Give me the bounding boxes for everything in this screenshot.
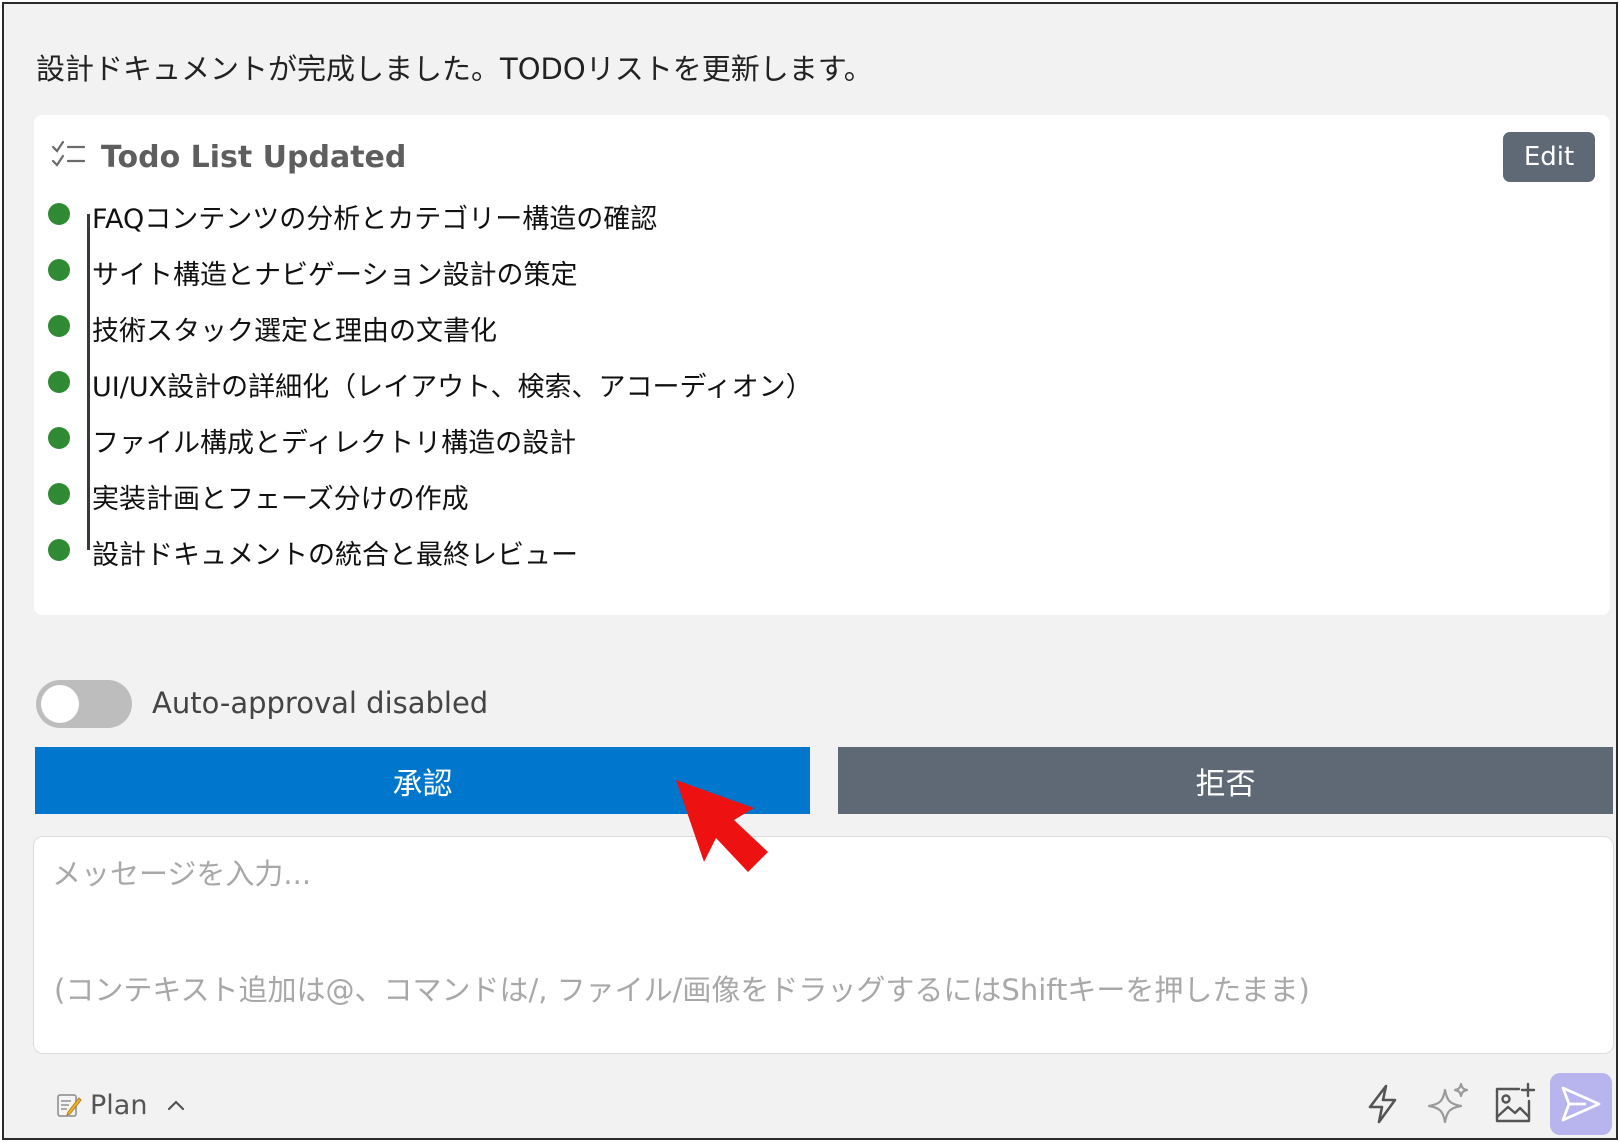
message-hint: (コンテキスト追加は@、コマンドは/, ファイル/画像をドラッグするにはShif…: [54, 973, 1310, 1007]
auto-approval-label: Auto-approval disabled: [152, 686, 489, 720]
edit-button[interactable]: Edit: [1503, 132, 1595, 182]
todo-header: Todo List Updated: [50, 137, 406, 177]
status-dot: [48, 483, 70, 505]
chat-panel: 設計ドキュメントが完成しました。TODOリストを更新します。 Todo List…: [2, 2, 1618, 1140]
reject-button[interactable]: 拒否: [838, 747, 1613, 814]
add-image-icon[interactable]: [1491, 1081, 1537, 1127]
status-dot: [48, 427, 70, 449]
todo-item-text: 実装計画とフェーズ分けの作成: [92, 484, 469, 515]
status-dot: [48, 315, 70, 337]
message-composer: (コンテキスト追加は@、コマンドは/, ファイル/画像をドラッグするにはShif…: [33, 836, 1614, 1054]
auto-approval-toggle[interactable]: [36, 680, 132, 728]
todo-item-text: UI/UX設計の詳細化（レイアウト、検索、アコーディオン）: [92, 372, 813, 403]
send-button[interactable]: [1550, 1073, 1612, 1135]
status-dot: [48, 259, 70, 281]
todo-item-text: サイト構造とナビゲーション設計の策定: [92, 260, 578, 291]
assistant-message: 設計ドキュメントが完成しました。TODOリストを更新します。: [36, 52, 873, 86]
toggle-knob: [41, 685, 79, 723]
todo-item-text: ファイル構成とディレクトリ構造の設計: [92, 428, 577, 459]
status-dot: [48, 371, 70, 393]
chevron-up-icon: [165, 1098, 187, 1112]
status-dot: [48, 539, 70, 561]
todo-title: Todo List Updated: [101, 139, 407, 175]
status-dot: [48, 203, 70, 225]
todo-card: Todo List Updated Edit FAQコンテンツの分析とカテゴリー…: [34, 115, 1610, 615]
lightning-icon[interactable]: [1360, 1081, 1406, 1127]
send-icon: [1561, 1086, 1601, 1122]
memo-icon: [56, 1092, 82, 1118]
timeline-line: [87, 214, 90, 550]
sparkle-icon[interactable]: [1426, 1081, 1472, 1127]
mode-selector[interactable]: Plan: [56, 1085, 187, 1125]
todo-item-text: 技術スタック選定と理由の文書化: [92, 316, 497, 347]
todo-item-text: 設計ドキュメントの統合と最終レビュー: [92, 540, 578, 571]
message-input[interactable]: [52, 851, 1592, 941]
todo-item-text: FAQコンテンツの分析とカテゴリー構造の確認: [92, 204, 658, 235]
mode-label: Plan: [90, 1089, 148, 1121]
red-pointer-arrow-icon: [676, 780, 786, 880]
checklist-icon: [50, 139, 86, 175]
